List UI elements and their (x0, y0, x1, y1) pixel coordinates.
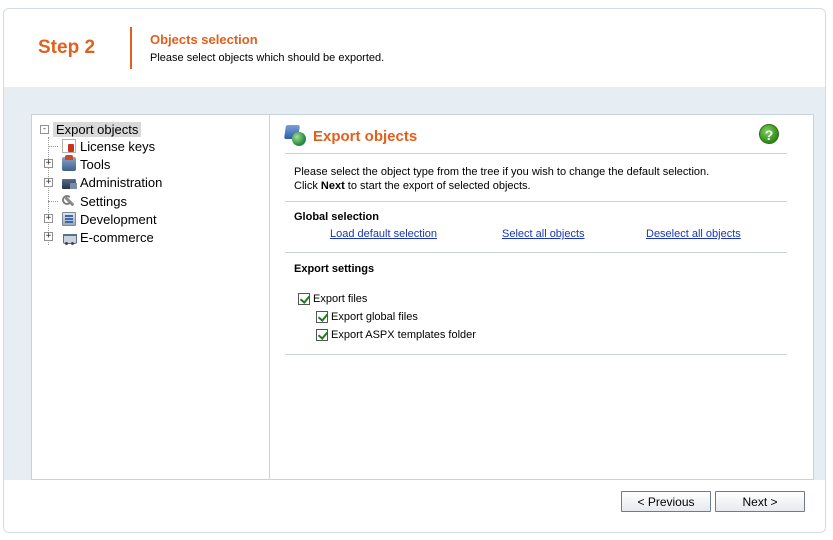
step-label: Step 2 (38, 37, 96, 58)
tree-children: License keys + Tools + Administration Se… (44, 137, 162, 247)
tree-item-tools[interactable]: + Tools (44, 155, 162, 173)
global-selection-title: Global selection (294, 211, 379, 223)
select-all-objects-link[interactable]: Select all objects (502, 228, 585, 240)
tree-expand-icon[interactable]: + (44, 177, 53, 187)
previous-button[interactable]: < Previous (621, 491, 711, 512)
step-divider (130, 27, 132, 69)
tree-root-collapse-icon[interactable]: - (40, 124, 49, 134)
step-title: Objects selection (150, 32, 258, 47)
tree-root[interactable]: - Export objects (40, 121, 142, 137)
load-default-selection-link[interactable]: Load default selection (330, 228, 437, 240)
tree-item-settings[interactable]: Settings (44, 192, 162, 210)
export-objects-pane: Export objects ? Please select the objec… (271, 115, 813, 479)
tree-expand-icon[interactable]: + (44, 214, 53, 224)
development-icon (62, 212, 76, 227)
export-global-files-checkbox[interactable] (316, 311, 328, 323)
intro-prefix: Click (294, 180, 321, 192)
pane-title: Export objects (313, 127, 418, 145)
divider (285, 153, 787, 154)
export-global-files-row[interactable]: Export global files (316, 311, 418, 323)
tree-item-license-keys[interactable]: License keys (44, 137, 162, 155)
export-aspx-templates-checkbox[interactable] (316, 329, 328, 341)
export-settings-title: Export settings (294, 263, 375, 275)
tools-icon (62, 155, 76, 172)
intro-text: Please select the object type from the t… (294, 165, 709, 193)
tree-item-label[interactable]: Development (80, 212, 157, 227)
export-aspx-templates-label[interactable]: Export ASPX templates folder (331, 329, 476, 341)
export-aspx-templates-row[interactable]: Export ASPX templates folder (316, 329, 476, 341)
settings-wrench-icon (62, 194, 76, 208)
shopping-cart-icon (62, 231, 77, 245)
divider (285, 354, 787, 355)
pane-header: Export objects (285, 123, 785, 149)
intro-next-bold: Next (320, 180, 345, 192)
license-key-icon (62, 139, 76, 154)
export-files-label[interactable]: Export files (313, 293, 367, 305)
wizard-footer: < Previous Next > (4, 480, 825, 532)
tree-item-label[interactable]: Administration (80, 175, 162, 190)
tree-expand-icon[interactable]: + (44, 232, 53, 242)
wizard-frame: Step 2 Objects selection Please select o… (3, 8, 826, 533)
administration-icon (62, 179, 77, 190)
tree-item-label[interactable]: Tools (80, 157, 110, 172)
export-globe-icon (285, 125, 307, 147)
export-global-files-label[interactable]: Export global files (331, 311, 418, 323)
intro-suffix: to start the export of selected objects. (344, 180, 531, 192)
tree-connector (48, 146, 58, 147)
next-button[interactable]: Next > (715, 491, 805, 512)
divider (285, 201, 787, 202)
tree-item-administration[interactable]: + Administration (44, 174, 162, 192)
object-tree: - Export objects License keys + Tools + … (32, 115, 270, 479)
deselect-all-objects-link[interactable]: Deselect all objects (646, 228, 741, 240)
tree-expand-icon[interactable]: + (44, 159, 53, 169)
intro-line-1: Please select the object type from the t… (294, 166, 710, 178)
tree-item-label[interactable]: License keys (80, 139, 155, 154)
tree-item-development[interactable]: + Development (44, 210, 162, 228)
tree-connector (48, 200, 58, 202)
export-panel: - Export objects License keys + Tools + … (31, 114, 814, 480)
help-icon[interactable]: ? (759, 124, 779, 144)
export-files-row[interactable]: Export files (298, 293, 367, 305)
divider (285, 252, 787, 253)
content-area: - Export objects License keys + Tools + … (4, 87, 825, 480)
tree-item-e-commerce[interactable]: + E-commerce (44, 228, 162, 246)
tree-root-label[interactable]: Export objects (53, 121, 142, 137)
wizard-header: Step 2 Objects selection Please select o… (4, 9, 825, 87)
export-files-checkbox[interactable] (298, 293, 310, 305)
intro-line-2: Click Next to start the export of select… (294, 179, 709, 193)
step-description: Please select objects which should be ex… (150, 52, 385, 64)
tree-item-label[interactable]: E-commerce (80, 230, 154, 245)
tree-item-label[interactable]: Settings (80, 194, 127, 209)
